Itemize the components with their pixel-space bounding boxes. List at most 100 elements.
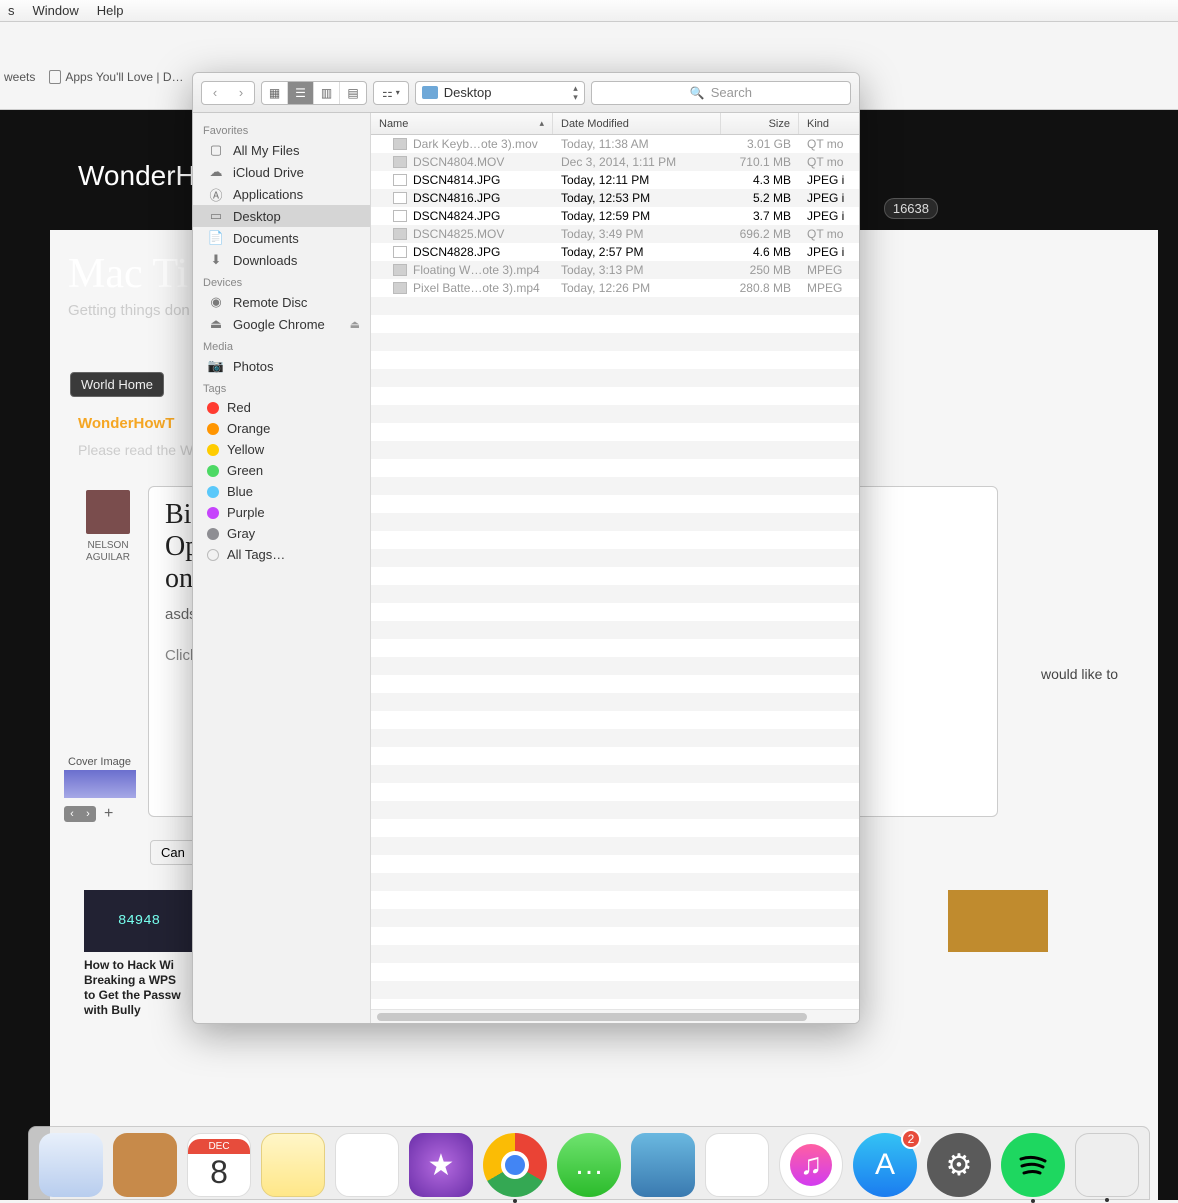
- dock-reminders[interactable]: [335, 1133, 399, 1197]
- tag-dot-icon: [207, 507, 219, 519]
- dock-mail[interactable]: [39, 1133, 103, 1197]
- forward-button[interactable]: ›: [228, 82, 254, 104]
- brand-sub: Please read the Wi: [78, 442, 196, 458]
- sidebar-item-label: Purple: [227, 505, 265, 520]
- file-name: DSCN4814.JPG: [413, 173, 500, 187]
- dock-settings[interactable]: ⚙: [927, 1133, 991, 1197]
- sidebar-item-google-chrome[interactable]: ⏏Google Chrome⏏: [193, 313, 370, 335]
- sidebar-item-icloud-drive[interactable]: ☁iCloud Drive: [193, 161, 370, 183]
- dock-chrome[interactable]: [483, 1133, 547, 1197]
- file-row[interactable]: DSCN4828.JPGToday, 2:57 PM4.6 MBJPEG i: [371, 243, 859, 261]
- list-view-button[interactable]: ☰: [288, 82, 314, 104]
- finder-sidebar: Favorites▢All My Files☁iCloud DriveⒶAppl…: [193, 113, 371, 1023]
- file-row[interactable]: Pixel Batte…ote 3).mp4Today, 12:26 PM280…: [371, 279, 859, 297]
- file-row[interactable]: DSCN4824.JPGToday, 12:59 PM3.7 MBJPEG i: [371, 207, 859, 225]
- sidebar-item-downloads[interactable]: ⬇Downloads: [193, 249, 370, 271]
- cover-pager[interactable]: ‹› +: [64, 805, 113, 823]
- tag-dot-icon: [207, 486, 219, 498]
- dock-spotify[interactable]: [1001, 1133, 1065, 1197]
- tag-dot-icon: [207, 444, 219, 456]
- file-row[interactable]: Floating W…ote 3).mp4Today, 3:13 PM250 M…: [371, 261, 859, 279]
- column-kind[interactable]: Kind: [799, 113, 859, 134]
- search-input[interactable]: 🔍 Search: [591, 81, 851, 105]
- column-name[interactable]: Name▴: [371, 113, 553, 134]
- path-selector[interactable]: Desktop ▴▾: [415, 81, 585, 105]
- prev-icon[interactable]: ‹: [64, 806, 80, 822]
- menubar[interactable]: s Window Help: [0, 0, 1178, 22]
- column-size[interactable]: Size: [721, 113, 799, 134]
- dock-contacts[interactable]: [113, 1133, 177, 1197]
- finder-window[interactable]: ‹ › ▦ ☰ ▥ ▤ ⚏▾ Desktop ▴▾ 🔍 Search Favor…: [192, 72, 860, 1024]
- dock-app[interactable]: [1075, 1133, 1139, 1197]
- file-row[interactable]: Dark Keyb…ote 3).movToday, 11:38 AM3.01 …: [371, 135, 859, 153]
- menu-item[interactable]: s: [8, 3, 15, 18]
- dock-itunes[interactable]: ♫: [779, 1133, 843, 1197]
- scrollbar-thumb[interactable]: [377, 1013, 807, 1021]
- dock-photobooth[interactable]: [631, 1133, 695, 1197]
- cancel-button[interactable]: Can: [150, 840, 196, 865]
- horizontal-scrollbar[interactable]: [371, 1009, 859, 1023]
- eject-icon[interactable]: ⏏: [350, 318, 360, 331]
- menu-item-help[interactable]: Help: [97, 3, 124, 18]
- menu-item-window[interactable]: Window: [33, 3, 79, 18]
- icon-view-button[interactable]: ▦: [262, 82, 288, 104]
- hero-title: Mac Ti: [68, 250, 190, 298]
- file-date: Today, 3:13 PM: [553, 263, 721, 277]
- file-row[interactable]: DSCN4804.MOVDec 3, 2014, 1:11 PM710.1 MB…: [371, 153, 859, 171]
- author-name: NELSON AGUILAR: [78, 540, 138, 564]
- arrange-button[interactable]: ⚏▾: [373, 81, 409, 105]
- sidebar-item-label: Applications: [233, 187, 303, 202]
- related-article-2[interactable]: [948, 890, 1048, 952]
- sidebar-item-label: Blue: [227, 484, 253, 499]
- dock-notes[interactable]: [261, 1133, 325, 1197]
- bookmark-item[interactable]: weets: [4, 70, 35, 84]
- tag-dot-icon: [207, 423, 219, 435]
- coverflow-view-button[interactable]: ▤: [340, 82, 366, 104]
- file-icon: [393, 192, 407, 204]
- add-cover-button[interactable]: +: [104, 805, 113, 823]
- author-box[interactable]: NELSON AGUILAR: [78, 490, 138, 564]
- file-row[interactable]: DSCN4814.JPGToday, 12:11 PM4.3 MBJPEG i: [371, 171, 859, 189]
- sidebar-item-blue[interactable]: Blue: [193, 481, 370, 502]
- arrange-icon: ⚏: [382, 86, 393, 100]
- sidebar-item-purple[interactable]: Purple: [193, 502, 370, 523]
- dock-appstore[interactable]: A2: [853, 1133, 917, 1197]
- sidebar-item-label: Gray: [227, 526, 255, 541]
- sidebar-item-orange[interactable]: Orange: [193, 418, 370, 439]
- sidebar-item-green[interactable]: Green: [193, 460, 370, 481]
- sidebar-item-desktop[interactable]: ▭Desktop: [193, 205, 370, 227]
- back-button[interactable]: ‹: [202, 82, 228, 104]
- file-kind: MPEG: [799, 263, 859, 277]
- sidebar-item-red[interactable]: Red: [193, 397, 370, 418]
- file-name: DSCN4825.MOV: [413, 227, 504, 241]
- column-view-button[interactable]: ▥: [314, 82, 340, 104]
- nav-buttons: ‹ ›: [201, 81, 255, 105]
- column-date[interactable]: Date Modified: [553, 113, 721, 134]
- next-icon[interactable]: ›: [80, 806, 96, 822]
- sidebar-header: Favorites: [193, 119, 370, 139]
- file-rows[interactable]: Dark Keyb…ote 3).movToday, 11:38 AM3.01 …: [371, 135, 859, 1009]
- dock-calendar[interactable]: DEC8: [187, 1133, 251, 1197]
- sidebar-header: Tags: [193, 377, 370, 397]
- world-home-button[interactable]: World Home: [70, 372, 164, 397]
- sidebar-item-all-my-files[interactable]: ▢All My Files: [193, 139, 370, 161]
- sidebar-item-label: Orange: [227, 421, 270, 436]
- bookmark-item[interactable]: Apps You'll Love | D…: [49, 70, 183, 84]
- file-date: Today, 12:53 PM: [553, 191, 721, 205]
- cover-thumbnail[interactable]: [64, 770, 136, 798]
- sidebar-item-photos[interactable]: 📷Photos: [193, 355, 370, 377]
- dock-imovie[interactable]: ★: [409, 1133, 473, 1197]
- cover-label: Cover Image: [68, 756, 131, 768]
- sidebar-item-all-tags-[interactable]: All Tags…: [193, 544, 370, 565]
- dock-pages[interactable]: [705, 1133, 769, 1197]
- side-text: would like to: [1041, 666, 1118, 682]
- sidebar-item-applications[interactable]: ⒶApplications: [193, 183, 370, 205]
- dock-messages[interactable]: …: [557, 1133, 621, 1197]
- file-name: Pixel Batte…ote 3).mp4: [413, 281, 540, 295]
- sidebar-item-gray[interactable]: Gray: [193, 523, 370, 544]
- sidebar-item-documents[interactable]: 📄Documents: [193, 227, 370, 249]
- file-row[interactable]: DSCN4825.MOVToday, 3:49 PM696.2 MBQT mo: [371, 225, 859, 243]
- sidebar-item-remote-disc[interactable]: ◉Remote Disc: [193, 291, 370, 313]
- file-row[interactable]: DSCN4816.JPGToday, 12:53 PM5.2 MBJPEG i: [371, 189, 859, 207]
- sidebar-item-yellow[interactable]: Yellow: [193, 439, 370, 460]
